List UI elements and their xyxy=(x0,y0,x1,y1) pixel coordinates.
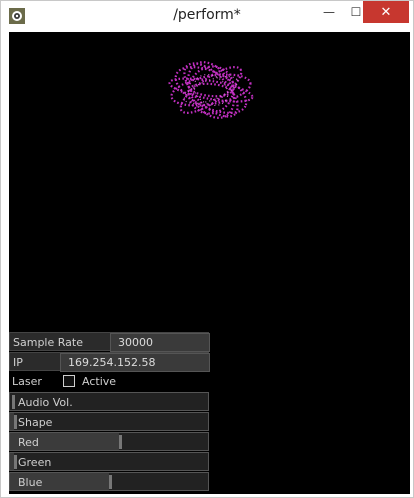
slider-handle[interactable] xyxy=(14,415,17,429)
ip-row: IP 169.254.152.58 xyxy=(9,352,210,372)
slider-label: Red xyxy=(18,436,39,449)
slider-label: Shape xyxy=(18,416,53,429)
title-bar[interactable]: /perform* — ☐ ✕ xyxy=(1,1,413,31)
sample-rate-field[interactable]: 30000 xyxy=(110,333,210,352)
laser-shape-graphic xyxy=(168,61,254,119)
minimize-button[interactable]: — xyxy=(314,1,344,23)
laser-row: Laser Active xyxy=(9,372,209,391)
control-panel: Sample Rate 30000 IP 169.254.152.58 Lase… xyxy=(9,332,210,494)
sample-rate-row: Sample Rate 30000 xyxy=(9,332,210,352)
slider-handle[interactable] xyxy=(119,435,122,449)
slider-label: Blue xyxy=(18,476,43,489)
slider-handle[interactable] xyxy=(14,455,17,469)
blue-slider[interactable]: Blue xyxy=(9,472,209,491)
sample-rate-label: Sample Rate xyxy=(13,336,83,349)
laser-active-checkbox[interactable] xyxy=(63,375,75,387)
slider-label: Audio Vol. xyxy=(18,396,73,409)
slider-handle[interactable] xyxy=(12,395,15,409)
green-slider[interactable]: Green xyxy=(9,452,209,471)
shape-slider[interactable]: Shape xyxy=(9,412,209,431)
slider-label: Green xyxy=(18,456,52,469)
app-window: /perform* — ☐ ✕ Sample Rate 30000 IP 169… xyxy=(0,0,414,498)
audio-volume-slider[interactable]: Audio Vol. xyxy=(9,392,209,411)
red-slider[interactable]: Red xyxy=(9,432,209,451)
slider-handle[interactable] xyxy=(109,475,112,489)
close-button[interactable]: ✕ xyxy=(363,1,409,23)
laser-active-label: Active xyxy=(82,375,117,388)
laser-label: Laser xyxy=(12,375,42,388)
render-canvas[interactable]: Sample Rate 30000 IP 169.254.152.58 Lase… xyxy=(9,32,410,494)
ip-label: IP xyxy=(13,356,23,369)
ip-field[interactable]: 169.254.152.58 xyxy=(60,353,210,372)
